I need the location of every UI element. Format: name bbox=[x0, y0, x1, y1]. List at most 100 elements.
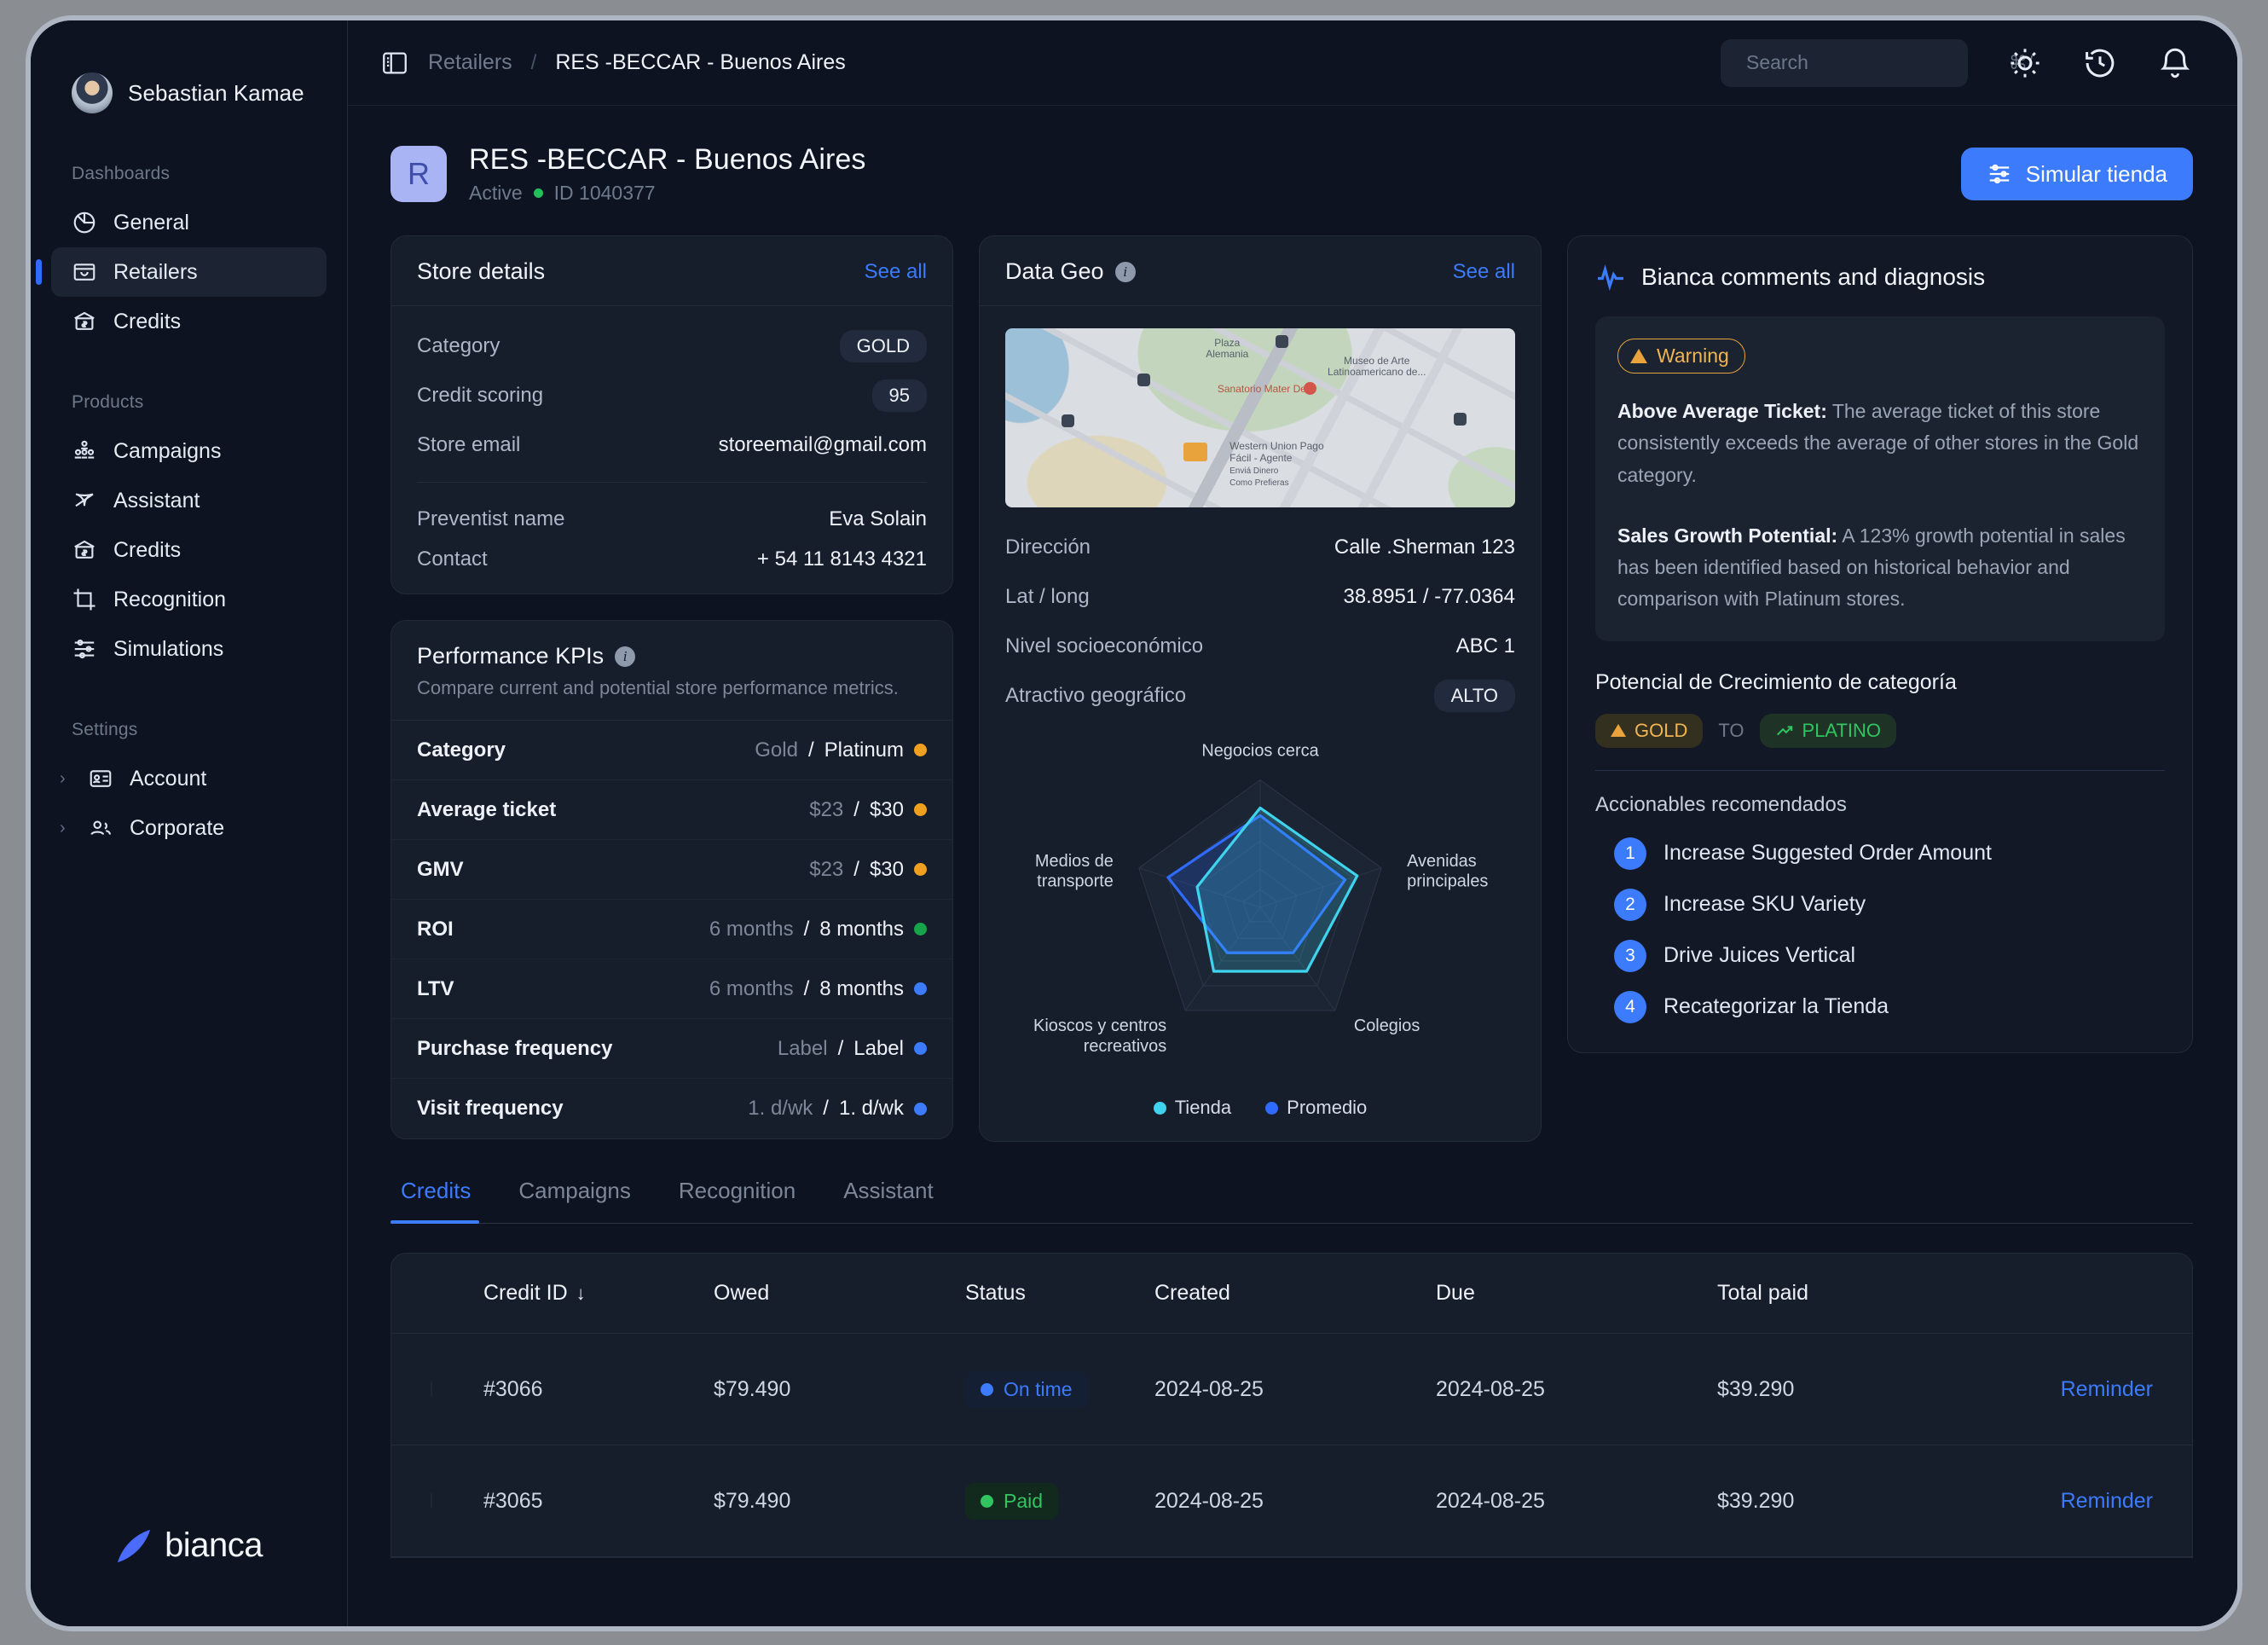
column-header-credit-id[interactable]: Credit ID ↓ bbox=[483, 1281, 714, 1306]
column-right: Bianca comments and diagnosis Warning Ab… bbox=[1567, 235, 2193, 1053]
detail-label: Store email bbox=[417, 433, 520, 457]
action-item[interactable]: 3 Drive Juices Vertical bbox=[1595, 940, 2165, 972]
sidebar-item-account[interactable]: › Account bbox=[51, 754, 327, 803]
legend-label: Promedio bbox=[1287, 1097, 1367, 1119]
store-details-card: Store details See all Category GOLD Cred… bbox=[391, 235, 953, 594]
map-pin-icon bbox=[1062, 414, 1074, 427]
sort-descending-icon: ↓ bbox=[576, 1283, 586, 1305]
row-checkbox-cell bbox=[431, 1493, 483, 1509]
sidebar-item-general[interactable]: General bbox=[51, 198, 327, 247]
column-header-created[interactable]: Created bbox=[1154, 1281, 1436, 1306]
map-thumbnail[interactable]: PlazaAlemania Museo de ArteLatinoamerica… bbox=[1005, 328, 1515, 507]
credits-table: Credit ID ↓ Owed Status Created Due Tota… bbox=[391, 1253, 2193, 1558]
row-checkbox[interactable] bbox=[431, 1381, 432, 1397]
svg-text:Negocios cerca: Negocios cerca bbox=[1201, 742, 1319, 761]
action-item[interactable]: 1 Increase Suggested Order Amount bbox=[1595, 837, 2165, 870]
column-middle: Data Geo i See all PlazaAlemania Museo d… bbox=[979, 235, 1542, 1142]
legend-item-promedio[interactable]: Promedio bbox=[1265, 1097, 1367, 1119]
map-hospital-pin-icon bbox=[1304, 382, 1316, 395]
action-item[interactable]: 4 Recategorizar la Tienda bbox=[1595, 991, 2165, 1023]
legend-label: Tienda bbox=[1175, 1097, 1231, 1119]
trend-up-icon bbox=[1775, 721, 1794, 740]
warning-badge: Warning bbox=[1617, 339, 1745, 374]
sidebar-item-campaigns[interactable]: Campaigns bbox=[51, 426, 327, 476]
svg-text:Medios detransporte: Medios detransporte bbox=[1035, 852, 1114, 891]
sidebar-item-recognition[interactable]: Recognition bbox=[51, 575, 327, 624]
page-title-block: RES -BECCAR - Buenos Aires Active ID 104… bbox=[469, 143, 866, 205]
svg-text:Kioscos y centrosrecreativos: Kioscos y centrosrecreativos bbox=[1033, 1017, 1166, 1056]
cell-created: 2024-08-25 bbox=[1154, 1489, 1436, 1514]
legend-item-tienda[interactable]: Tienda bbox=[1154, 1097, 1231, 1119]
table-row[interactable]: #3065 $79.490 Paid 2024-08-25 2024-08-25… bbox=[391, 1445, 2192, 1557]
data-geo-card: Data Geo i See all PlazaAlemania Museo d… bbox=[979, 235, 1542, 1142]
chip-to-label: TO bbox=[1718, 720, 1744, 742]
sidebar-item-credits-dash[interactable]: Credits bbox=[51, 297, 327, 346]
info-icon[interactable]: i bbox=[1115, 262, 1136, 282]
store-details-see-all[interactable]: See all bbox=[865, 260, 927, 284]
bianca-title: Bianca comments and diagnosis bbox=[1641, 264, 1985, 291]
svg-text:Colegios: Colegios bbox=[1354, 1017, 1420, 1035]
sidebar-item-corporate[interactable]: › Corporate bbox=[51, 803, 327, 853]
kpi-potential: Label bbox=[853, 1037, 904, 1061]
search-input[interactable] bbox=[1746, 51, 1999, 74]
data-geo-see-all[interactable]: See all bbox=[1453, 260, 1515, 284]
reminder-link[interactable]: Reminder bbox=[2061, 1377, 2153, 1401]
detail-row: Store email storeemail@gmail.com bbox=[391, 420, 952, 470]
divider bbox=[1595, 770, 2165, 771]
tab-assistant[interactable]: Assistant bbox=[819, 1178, 958, 1223]
store-id: ID 1040377 bbox=[554, 182, 656, 205]
cell-total-paid: $39.290 bbox=[1717, 1489, 1999, 1514]
reminder-link[interactable]: Reminder bbox=[2061, 1489, 2153, 1513]
history-icon[interactable] bbox=[2082, 45, 2118, 81]
bank-note-icon bbox=[72, 537, 97, 563]
sidebar-item-credits-prod[interactable]: Credits bbox=[51, 525, 327, 575]
search-box[interactable]: ⌘/ bbox=[1721, 39, 1968, 87]
sidebar-item-label: Assistant bbox=[113, 489, 200, 513]
sidebar-item-label: Corporate bbox=[130, 816, 224, 841]
column-header-status[interactable]: Status bbox=[965, 1281, 1154, 1306]
store-details-title: Store details bbox=[417, 258, 545, 285]
kpi-current: 1. d/wk bbox=[748, 1097, 813, 1121]
tab-recognition[interactable]: Recognition bbox=[655, 1178, 819, 1223]
map-label-western-union: Western Union PagoFácil - AgenteEnviá Di… bbox=[1229, 441, 1340, 488]
action-item[interactable]: 2 Increase SKU Variety bbox=[1595, 889, 2165, 921]
simulate-store-button[interactable]: Simular tienda bbox=[1961, 148, 2193, 200]
status-text: Active bbox=[469, 182, 523, 205]
topbar: Retailers / RES -BECCAR - Buenos Aires ⌘… bbox=[348, 20, 2237, 106]
sidebar-item-simulations[interactable]: Simulations bbox=[51, 624, 327, 674]
cell-credit-id: #3065 bbox=[483, 1489, 714, 1514]
sidebar-group-label-settings: Settings bbox=[31, 720, 347, 740]
detail-value: + 54 11 8143 4321 bbox=[757, 547, 927, 571]
kpi-status-dot-icon bbox=[914, 1103, 927, 1115]
info-icon[interactable]: i bbox=[615, 646, 635, 667]
performance-kpis-header: Performance KPIs i Compare current and p… bbox=[391, 621, 952, 721]
column-header-owed[interactable]: Owed bbox=[714, 1281, 965, 1306]
sun-icon[interactable] bbox=[2007, 45, 2043, 81]
pulse-icon bbox=[1595, 262, 1626, 293]
column-header-due[interactable]: Due bbox=[1436, 1281, 1717, 1306]
sidebar-user[interactable]: Sebastian Kamae bbox=[31, 68, 347, 118]
column-header-total-paid[interactable]: Total paid bbox=[1717, 1281, 1999, 1306]
map-pin-icon bbox=[1137, 374, 1150, 386]
cell-credit-id: #3066 bbox=[483, 1377, 714, 1402]
kpi-row: GMV $23 / $30 bbox=[391, 840, 952, 900]
action-label: Drive Juices Vertical bbox=[1663, 943, 1855, 968]
sidebar-item-assistant[interactable]: Assistant bbox=[51, 476, 327, 525]
table-row[interactable]: #3066 $79.490 On time 2024-08-25 2024-08… bbox=[391, 1334, 2192, 1445]
sidebar-item-retailers[interactable]: Retailers bbox=[51, 247, 327, 297]
bell-icon[interactable] bbox=[2157, 45, 2193, 81]
tab-campaigns[interactable]: Campaigns bbox=[495, 1178, 655, 1223]
kpi-status-dot-icon bbox=[914, 744, 927, 756]
geo-label: Atractivo geográfico bbox=[1005, 684, 1186, 708]
kpi-name: Average ticket bbox=[417, 798, 556, 822]
tab-credits[interactable]: Credits bbox=[391, 1178, 495, 1223]
action-label: Increase Suggested Order Amount bbox=[1663, 841, 1992, 866]
kpi-current: 6 months bbox=[709, 918, 794, 941]
panel-toggle-icon[interactable] bbox=[380, 49, 409, 78]
row-checkbox[interactable] bbox=[431, 1492, 432, 1509]
bianca-warning-box: Warning Above Average Ticket: The averag… bbox=[1595, 316, 2165, 641]
breadcrumb-parent[interactable]: Retailers bbox=[428, 50, 512, 75]
kpi-potential: 1. d/wk bbox=[839, 1097, 904, 1121]
status-dot-icon bbox=[981, 1495, 993, 1508]
avatar bbox=[72, 72, 113, 113]
